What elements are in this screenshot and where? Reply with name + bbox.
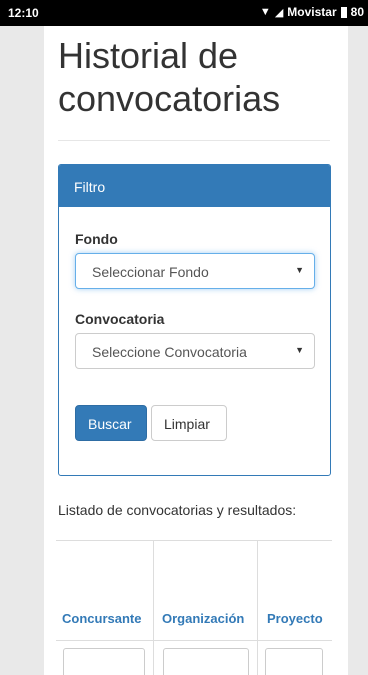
results-table: Concursante Organización Proyecto: [56, 540, 332, 675]
wifi-icon: ▼: [259, 6, 271, 18]
clear-button[interactable]: Limpiar: [151, 405, 227, 441]
listing-caption: Listado de convocatorias y resultados:: [58, 502, 297, 518]
signal-icon: ◢: [274, 6, 284, 19]
status-indicators: ▼ ◢ Movistar 80: [260, 5, 364, 19]
fondo-select[interactable]: Seleccionar Fondo ▼: [75, 253, 315, 289]
battery-icon: [340, 6, 347, 18]
convocatoria-select[interactable]: Seleccione Convocatoria ▼: [75, 333, 315, 369]
convocatoria-label: Convocatoria: [75, 311, 165, 327]
header-bottom-border: [56, 640, 332, 641]
fondo-select-value: Seleccionar Fondo: [92, 264, 209, 280]
column-divider: [153, 541, 154, 675]
organizacion-filter-input[interactable]: [163, 648, 249, 675]
carrier-name: Movistar: [287, 5, 337, 19]
convocatoria-select-value: Seleccione Convocatoria: [92, 344, 247, 360]
proyecto-filter-input[interactable]: [265, 648, 323, 675]
caret-down-icon: ▼: [295, 345, 304, 355]
column-divider: [257, 541, 258, 675]
concursante-filter-input[interactable]: [63, 648, 145, 675]
battery-level: 80: [350, 5, 364, 19]
search-button[interactable]: Buscar: [75, 405, 147, 441]
status-time: 12:10: [8, 6, 39, 20]
filter-panel-heading: Filtro: [59, 165, 330, 207]
table-top-border: [56, 540, 332, 541]
column-header-proyecto[interactable]: Proyecto: [267, 611, 323, 626]
fondo-label: Fondo: [75, 231, 118, 247]
column-header-organizacion[interactable]: Organización: [162, 611, 244, 626]
page-content: Historial de convocatorias Filtro Fondo …: [44, 26, 348, 675]
title-divider: [58, 140, 330, 141]
column-header-concursante[interactable]: Concursante: [62, 611, 141, 626]
filter-panel: Filtro Fondo Seleccionar Fondo ▼ Convoca…: [58, 164, 331, 476]
caret-down-icon: ▼: [295, 265, 304, 275]
page-title: Historial de convocatorias: [58, 35, 281, 119]
status-bar: 12:10 ▼ ◢ Movistar 80: [0, 0, 368, 26]
